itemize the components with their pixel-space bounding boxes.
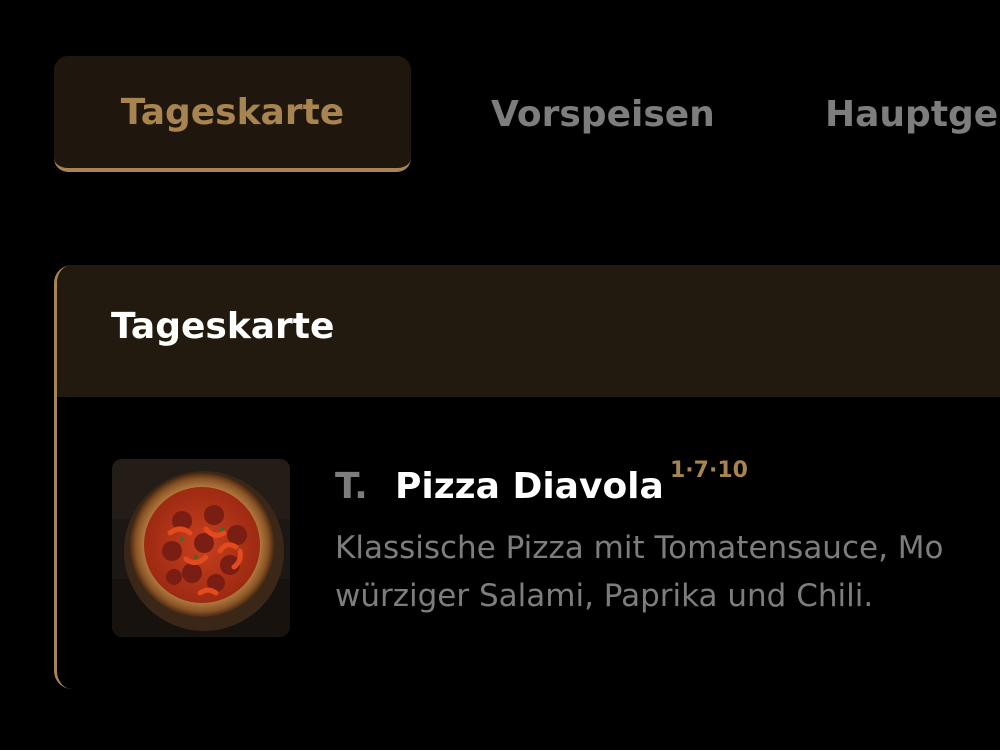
tab-vorspeisen[interactable]: Vorspeisen (491, 56, 715, 172)
category-tabs: Tageskarte Vorspeisen Hauptge (54, 56, 1000, 176)
section-header: Tageskarte (57, 265, 1000, 397)
item-description-line: Klassische Pizza mit Tomatensauce, Mo (335, 530, 944, 566)
item-allergens: 1·7·10 (670, 458, 748, 483)
item-description-line: würziger Salami, Paprika und Chili. (335, 578, 874, 614)
section-title: Tageskarte (111, 306, 335, 347)
tab-tageskarte[interactable]: Tageskarte (54, 56, 411, 172)
pizza-diavola-photo (112, 459, 290, 637)
item-description: Klassische Pizza mit Tomatensauce, Mo wü… (335, 524, 1000, 620)
menu-section-tageskarte: Tageskarte T. Pizza Diavola 1·7·10 Klass… (54, 265, 1000, 689)
menu-page: Tageskarte Vorspeisen Hauptge Tageskarte (0, 0, 1000, 750)
tab-hauptgerichte[interactable]: Hauptge (825, 56, 998, 172)
pizza-image[interactable] (112, 459, 290, 637)
item-code: T. (335, 466, 368, 507)
item-name[interactable]: Pizza Diavola (395, 466, 664, 507)
